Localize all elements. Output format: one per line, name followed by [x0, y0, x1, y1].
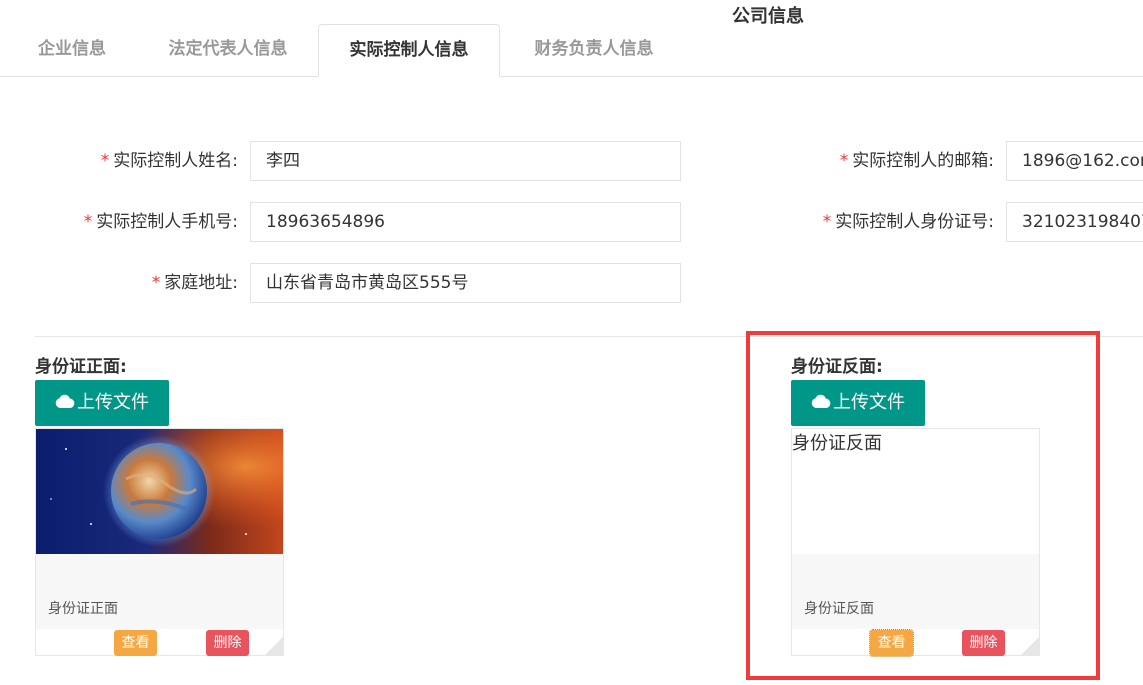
tab-legal-rep-info[interactable]: 法定代表人信息 [148, 24, 308, 75]
email-label: * 实际控制人的邮箱: [839, 151, 994, 171]
tab-actual-controller-info[interactable]: 实际控制人信息 [318, 24, 500, 77]
email-field[interactable]: 1896@162.com [1006, 141, 1143, 181]
required-mark: * [822, 212, 832, 232]
phone-label: * 实际控制人手机号: [83, 212, 238, 232]
required-mark: * [100, 151, 110, 171]
tab-bar: 企业信息 法定代表人信息 实际控制人信息 财务负责人信息 [0, 24, 1143, 77]
card-corner [265, 637, 283, 655]
upload-front-button[interactable]: 上传文件 [35, 380, 169, 426]
required-mark: * [839, 151, 849, 171]
name-label: * 实际控制人姓名: [100, 151, 238, 171]
address-field[interactable]: 山东省青岛市黄岛区555号 [250, 263, 681, 303]
tab-company-info[interactable]: 企业信息 [22, 24, 122, 75]
id-front-caption: 身份证正面 [48, 601, 118, 617]
id-front-delete-button[interactable]: 删除 [206, 630, 249, 656]
highlight-annotation-box [746, 331, 1100, 680]
id-front-image[interactable] [36, 429, 283, 554]
required-mark: * [151, 273, 161, 293]
id-number-field[interactable]: 3210231984071 [1006, 202, 1143, 242]
required-mark: * [83, 212, 93, 232]
id-front-label: 身份证正面: [35, 357, 127, 377]
name-field[interactable]: 李四 [250, 141, 681, 181]
address-label: * 家庭地址: [151, 273, 238, 293]
phone-field[interactable]: 18963654896 [250, 202, 681, 242]
tab-finance-head-info[interactable]: 财务负责人信息 [514, 24, 674, 75]
id-front-view-button[interactable]: 查看 [114, 630, 157, 656]
cloud-upload-icon [55, 380, 75, 426]
id-front-card: 身份证正面 查看 删除 [35, 428, 284, 656]
id-number-label: * 实际控制人身份证号: [822, 212, 994, 232]
